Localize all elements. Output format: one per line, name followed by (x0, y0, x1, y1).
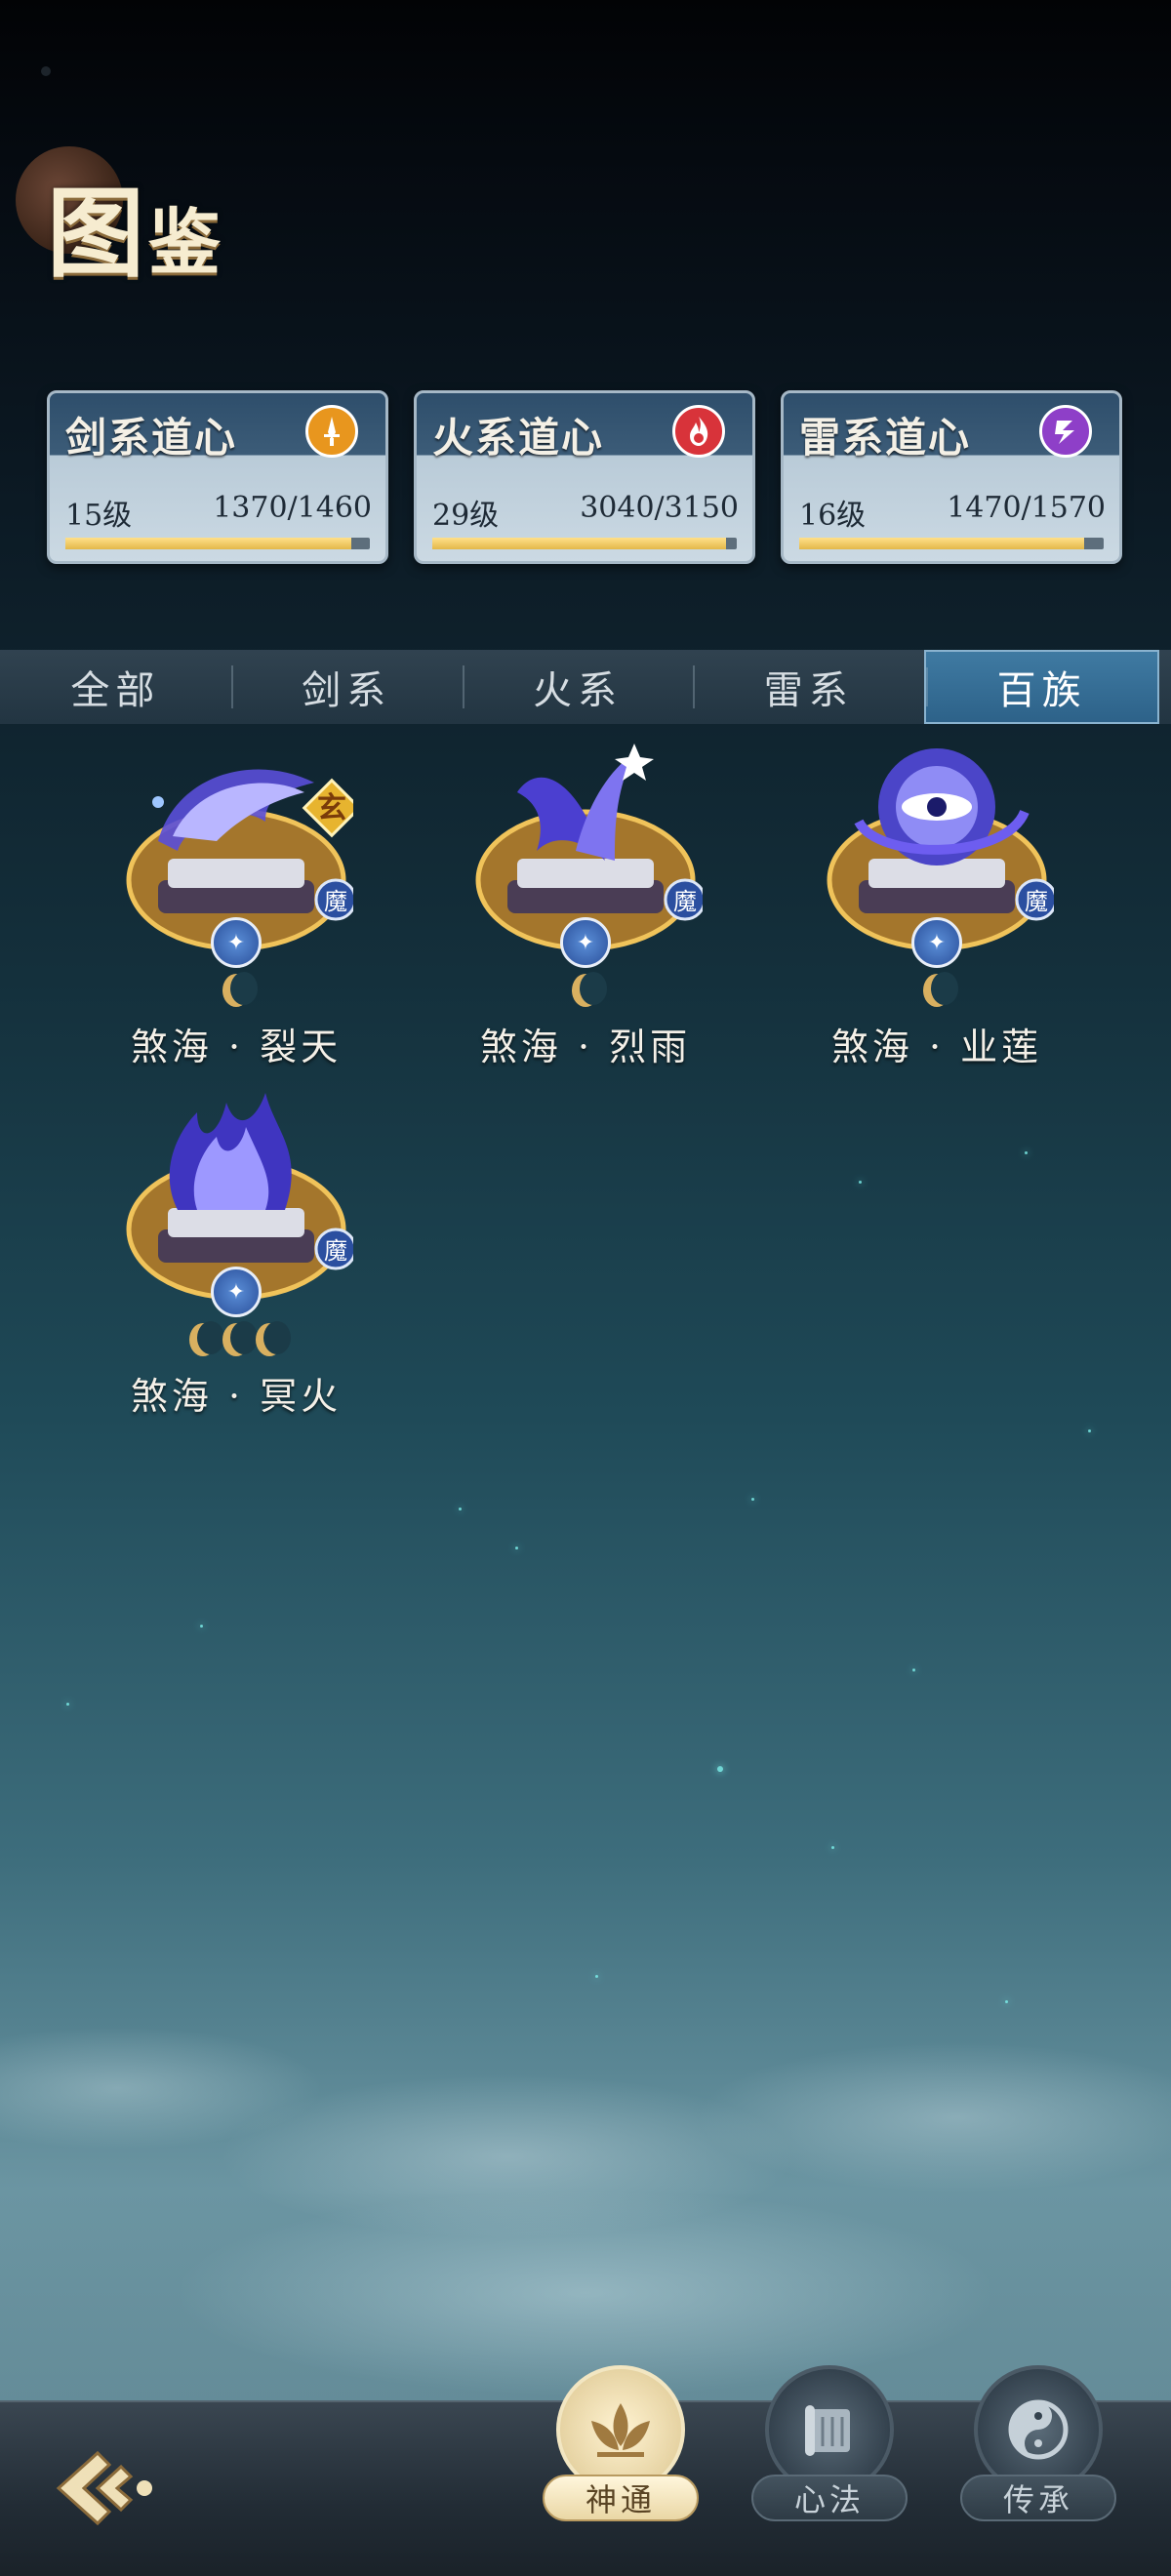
star-icon (572, 972, 607, 1007)
nav-label: 心法 (751, 2475, 908, 2521)
clan-emblem-icon: ✦ (211, 1267, 262, 1317)
filter-tabs: 全部 剑系 火系 雷系 百族 (0, 650, 1171, 724)
title-big: 图 (47, 176, 148, 291)
demon-tag: 魔 (1025, 888, 1048, 915)
dao-card-level: 29级 (432, 499, 500, 533)
dao-card-bar-fill (432, 538, 727, 549)
camera-dot (41, 66, 51, 76)
dao-card-bar (432, 538, 737, 549)
dao-card-fire[interactable]: 火系道心 29级 3040/3150 (414, 390, 755, 564)
dao-card-progress: 3040/3150 (580, 491, 739, 525)
tab-all[interactable]: 全部 (0, 650, 231, 724)
star-icon (189, 1321, 224, 1356)
codex-item[interactable]: 魔 ✦ 煞海 · 冥火 (119, 1083, 353, 1418)
tab-sword[interactable]: 剑系 (230, 650, 463, 724)
demon-tag: 魔 (324, 1237, 347, 1265)
nav-label: 神通 (543, 2475, 699, 2521)
dao-card-bar (65, 538, 370, 549)
dao-card-level: 16级 (799, 499, 867, 533)
codex-item[interactable]: 魔 ✦ 煞海 · 烈雨 (468, 734, 703, 1068)
star-icon (222, 972, 258, 1007)
item-name: 煞海 · 业莲 (830, 1026, 1043, 1068)
nav-inheritance[interactable]: 传承 (960, 2365, 1116, 2531)
star-rating (119, 972, 353, 1007)
title-small: 鉴 (148, 201, 224, 285)
item-name: 煞海 · 烈雨 (479, 1026, 692, 1068)
clan-emblem-icon: ✦ (211, 917, 262, 968)
star-icon (923, 972, 958, 1007)
dao-card-bar-fill (65, 538, 351, 549)
back-arrow-icon (56, 2450, 152, 2526)
codex-item[interactable]: 魔 ✦ 煞海 · 业莲 (820, 734, 1054, 1068)
dao-card-bar (799, 538, 1104, 549)
codex-item[interactable]: 玄 魔 ✦ 煞海 · 裂天 (119, 734, 353, 1068)
star-rating (119, 1321, 353, 1356)
tab-hundred-clans[interactable]: 百族 (924, 650, 1159, 724)
star-rating (820, 972, 1054, 1007)
dao-card-sword[interactable]: 剑系道心 15级 1370/1460 (47, 390, 388, 564)
star-rating (468, 972, 703, 1007)
tab-fire[interactable]: 火系 (462, 650, 694, 724)
nav-label: 传承 (960, 2475, 1116, 2521)
nav-heart-method[interactable]: 心法 (751, 2365, 908, 2531)
dao-card-progress: 1470/1570 (947, 491, 1106, 525)
item-name: 煞海 · 裂天 (130, 1026, 343, 1068)
rank-badge: 玄 (317, 791, 346, 825)
item-name: 煞海 · 冥火 (130, 1375, 343, 1418)
dao-card-thunder[interactable]: 雷系道心 16级 1470/1570 (781, 390, 1122, 564)
dao-card-bar-fill (799, 538, 1085, 549)
thunder-icon (1039, 405, 1092, 458)
demon-tag: 魔 (673, 888, 697, 915)
demon-tag: 魔 (324, 888, 347, 915)
cloud-layer (0, 1971, 1171, 2420)
back-button[interactable] (49, 2439, 166, 2537)
nav-divine-power[interactable]: 神通 (543, 2365, 699, 2531)
dao-card-level: 15级 (65, 499, 133, 533)
star-icon (256, 1321, 291, 1356)
dao-card-progress: 1370/1460 (213, 491, 372, 525)
fire-icon (672, 405, 725, 458)
tab-thunder[interactable]: 雷系 (693, 650, 924, 724)
dao-card-name: 剑系道心 (65, 414, 238, 462)
dao-card-name: 火系道心 (432, 414, 605, 462)
clan-emblem-icon: ✦ (560, 917, 611, 968)
star-icon (222, 1321, 258, 1356)
clan-emblem-icon: ✦ (911, 917, 962, 968)
page-title: 图鉴 (16, 146, 328, 291)
sword-icon (305, 405, 358, 458)
dao-card-name: 雷系道心 (799, 414, 972, 462)
